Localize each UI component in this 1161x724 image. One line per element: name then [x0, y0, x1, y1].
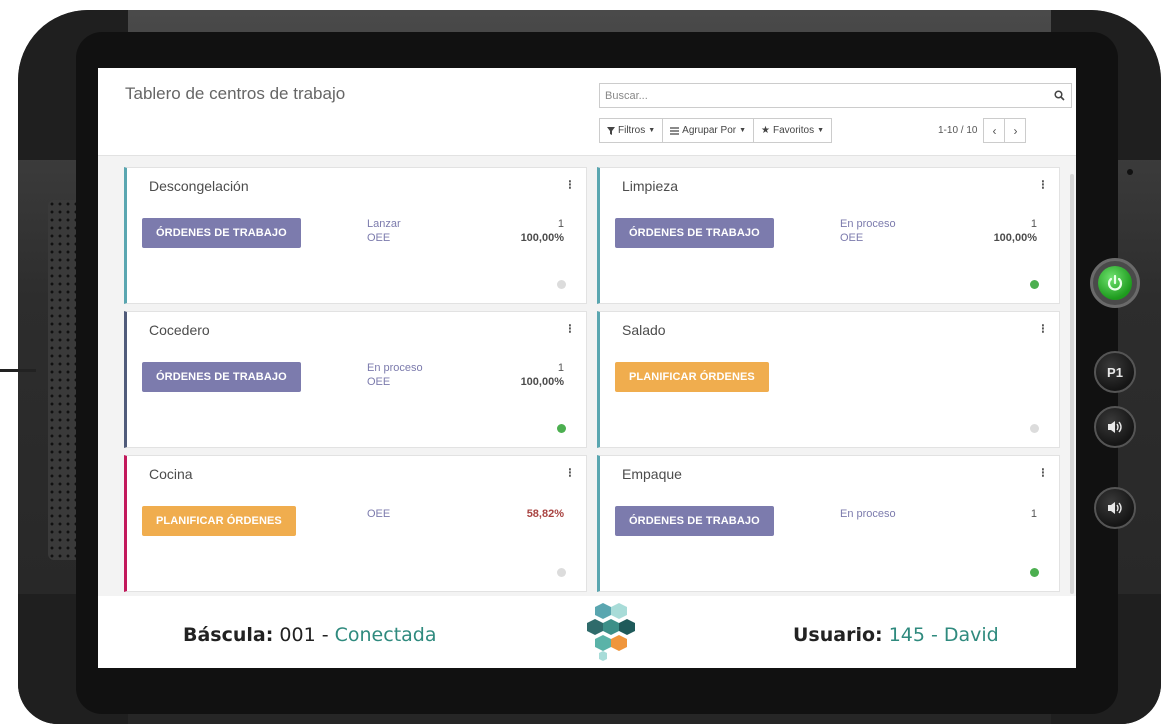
- pager: 1-10 / 10 ‹ ›: [938, 118, 1027, 143]
- stat-value: 100,00%: [520, 232, 564, 244]
- scale-connection: Conectada: [334, 624, 437, 646]
- stat-value: 1: [557, 218, 564, 230]
- card-title: Descongelación: [149, 178, 249, 194]
- volume-down-button[interactable]: [1094, 487, 1136, 529]
- work-orders-button[interactable]: Órdenes de trabajo: [615, 506, 774, 536]
- group-by-label: Agrupar Por: [682, 125, 737, 136]
- search-options: Filtros ▼ Agrupar Por ▼ ★ Favoritos ▼: [599, 118, 833, 143]
- card-title: Cocina: [149, 466, 193, 482]
- stat-value: 1: [557, 362, 564, 374]
- speaker-icon: [1108, 421, 1122, 433]
- status-dot: [1030, 568, 1039, 577]
- workcenter-card[interactable]: Limpieza ⁝ Órdenes de trabajo En proceso…: [597, 167, 1060, 304]
- plan-orders-button[interactable]: Planificar órdenes: [142, 506, 296, 536]
- card-title: Empaque: [622, 466, 682, 482]
- stat-label[interactable]: Lanzar: [367, 218, 401, 230]
- workcenter-card[interactable]: Descongelación ⁝ Órdenes de trabajo Lanz…: [124, 167, 587, 304]
- caret-down-icon: ▼: [648, 127, 656, 134]
- workcenter-card[interactable]: Empaque ⁝ Órdenes de trabajo En proceso …: [597, 455, 1060, 592]
- chevron-right-icon: ›: [1013, 123, 1018, 138]
- filter-icon: [607, 126, 615, 135]
- caret-down-icon: ▼: [817, 127, 825, 134]
- status-dot: [557, 568, 566, 577]
- workcenter-card[interactable]: Cocina ⁝ Planificar órdenes OEE 58,82%: [124, 455, 587, 592]
- company-logo: [587, 603, 635, 661]
- kebab-menu-icon[interactable]: ⁝: [1041, 465, 1045, 481]
- p1-label: P1: [1107, 364, 1123, 380]
- scale-value: 001 -: [279, 624, 329, 646]
- filters-button[interactable]: Filtros ▼: [599, 118, 664, 143]
- side-mark: [0, 369, 36, 372]
- kanban-view: Descongelación ⁝ Órdenes de trabajo Lanz…: [98, 156, 1076, 596]
- favorites-label: Favoritos: [773, 125, 815, 136]
- stat-value: 58,82%: [526, 508, 564, 520]
- workcenter-card[interactable]: Cocedero ⁝ Órdenes de trabajo En proceso…: [124, 311, 587, 448]
- scale-label: Báscula: [183, 624, 266, 646]
- kebab-menu-icon[interactable]: ⁝: [1041, 177, 1045, 193]
- kebab-menu-icon[interactable]: ⁝: [568, 321, 572, 337]
- search-box: [599, 83, 1072, 108]
- stat-value: 1: [1030, 218, 1037, 230]
- stat-label[interactable]: En proceso: [840, 508, 896, 520]
- card-title: Salado: [622, 322, 666, 338]
- control-panel: Tablero de centros de trabajo Filtros ▼ …: [98, 68, 1076, 172]
- work-orders-button[interactable]: Órdenes de trabajo: [615, 218, 774, 248]
- pager-value[interactable]: 1-10 / 10: [938, 125, 977, 136]
- work-orders-button[interactable]: Órdenes de trabajo: [142, 218, 301, 248]
- power-button[interactable]: [1090, 258, 1140, 308]
- status-dot: [557, 280, 566, 289]
- user-status: Usuario: 145 - David: [793, 624, 999, 646]
- stat-label: OEE: [840, 232, 864, 244]
- filters-label: Filtros: [618, 125, 646, 136]
- stat-label: OEE: [367, 376, 391, 388]
- app-screen: Tablero de centros de trabajo Filtros ▼ …: [98, 68, 1076, 668]
- status-dot: [1030, 424, 1039, 433]
- status-dot: [557, 424, 566, 433]
- card-title: Cocedero: [149, 322, 210, 338]
- favorites-button[interactable]: ★ Favoritos ▼: [753, 118, 833, 143]
- search-icon[interactable]: [1047, 84, 1071, 107]
- stat-value: 1: [1030, 508, 1037, 520]
- workcenter-card[interactable]: Salado ⁝ Planificar órdenes: [597, 311, 1060, 448]
- stat-label: OEE: [367, 508, 391, 520]
- p1-button[interactable]: P1: [1094, 351, 1136, 393]
- group-by-button[interactable]: Agrupar Por ▼: [662, 118, 755, 143]
- user-label: Usuario: [793, 624, 876, 646]
- status-dot: [1030, 280, 1039, 289]
- stat-value: 100,00%: [993, 232, 1037, 244]
- kebab-menu-icon[interactable]: ⁝: [568, 177, 572, 193]
- search-input[interactable]: [600, 85, 1047, 106]
- star-icon: ★: [761, 125, 770, 136]
- work-orders-button[interactable]: Órdenes de trabajo: [142, 362, 301, 392]
- camera-icon: [1127, 169, 1133, 175]
- caret-down-icon: ▼: [739, 127, 747, 134]
- stat-label[interactable]: En proceso: [367, 362, 423, 374]
- scale-status: Báscula: 001 - Conectada: [183, 624, 437, 646]
- plan-orders-button[interactable]: Planificar órdenes: [615, 362, 769, 392]
- scrollbar[interactable]: [1070, 174, 1074, 594]
- status-footer: Báscula: 001 - Conectada Usuario: 145 - …: [98, 596, 1076, 668]
- page-title: Tablero de centros de trabajo: [125, 84, 346, 103]
- stat-value: 100,00%: [520, 376, 564, 388]
- stat-label[interactable]: En proceso: [840, 218, 896, 230]
- kebab-menu-icon[interactable]: ⁝: [1041, 321, 1045, 337]
- power-icon: [1098, 266, 1132, 300]
- volume-up-button[interactable]: [1094, 406, 1136, 448]
- stat-label: OEE: [367, 232, 391, 244]
- card-title: Limpieza: [622, 178, 679, 194]
- list-icon: [670, 126, 680, 135]
- kebab-menu-icon[interactable]: ⁝: [568, 465, 572, 481]
- speaker-icon: [1108, 502, 1122, 514]
- user-value: 145 - David: [888, 624, 999, 646]
- chevron-left-icon: ‹: [992, 123, 997, 138]
- pager-next-button[interactable]: ›: [1004, 118, 1027, 143]
- pager-previous-button[interactable]: ‹: [983, 118, 1006, 143]
